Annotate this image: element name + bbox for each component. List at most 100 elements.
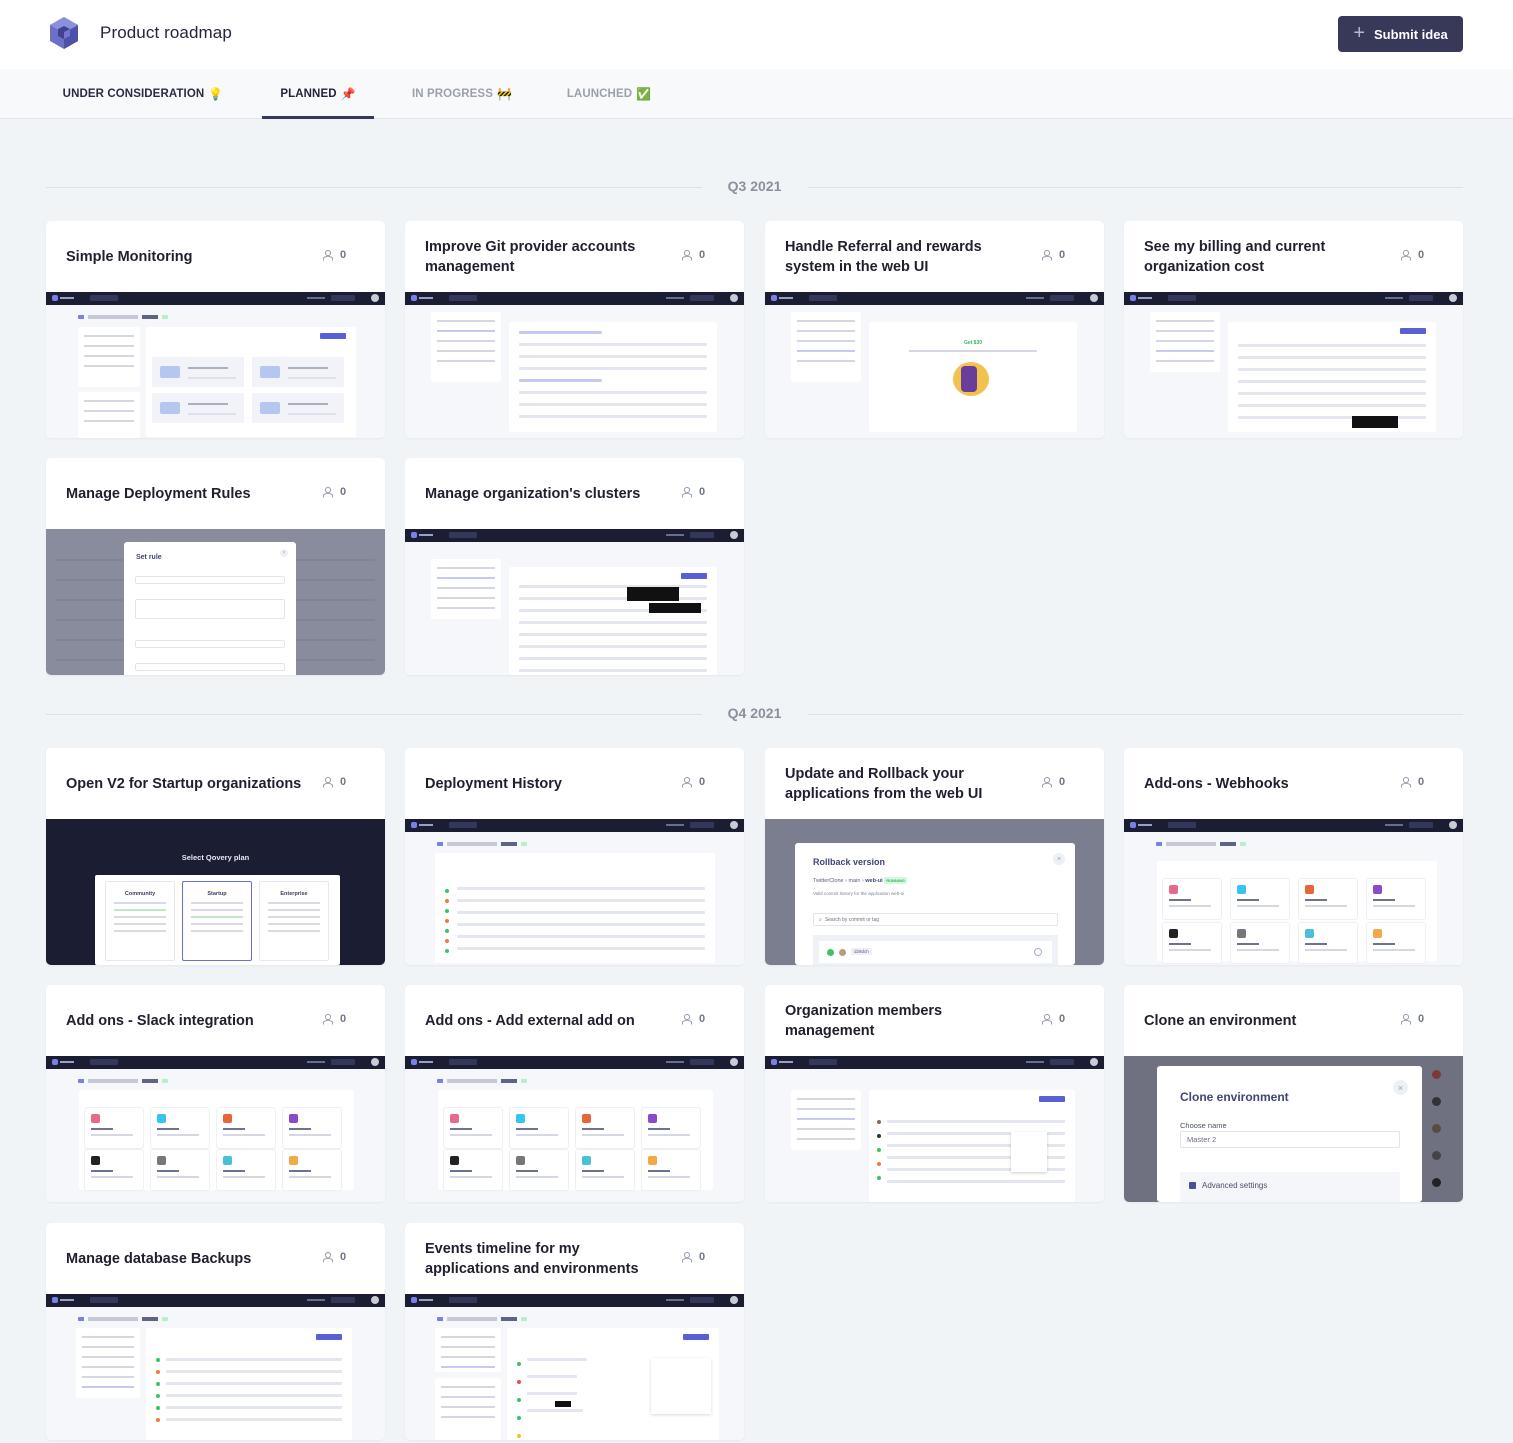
preview-sidebar (76, 1328, 140, 1398)
preview-main (509, 322, 717, 432)
card-title: Add ons - Slack integration (66, 1012, 254, 1029)
preview-navbar (46, 1056, 385, 1069)
tab-in-progress[interactable]: IN PROGRESS 🚧 (408, 69, 516, 118)
vote-count[interactable]: 0 (681, 776, 705, 788)
commit-row[interactable]: d29dch (819, 941, 1052, 963)
card-preview-image (46, 1294, 385, 1440)
preview-main (1228, 322, 1436, 432)
idea-card[interactable]: See my billing and current organization … (1124, 221, 1463, 438)
role-dropdown (1011, 1132, 1047, 1172)
vote-count[interactable]: 0 (681, 1013, 705, 1025)
card-preview-image: Clone environment × Choose name Master 2… (1124, 1056, 1463, 1202)
description-field[interactable] (135, 599, 285, 619)
card-preview-image (46, 1056, 385, 1202)
card-header: Manage Deployment Rules 0 (46, 458, 385, 529)
card-title: Manage Deployment Rules (66, 485, 251, 502)
preview-tooltip (555, 1401, 571, 1407)
vote-count[interactable]: 0 (681, 1251, 705, 1263)
close-icon[interactable]: × (1053, 853, 1065, 865)
idea-card[interactable]: Simple Monitoring 0 (46, 221, 385, 438)
referral-title: Get $30 (963, 340, 983, 346)
idea-card[interactable]: Events timeline for my applications and … (405, 1223, 744, 1440)
idea-card[interactable]: Manage database Backups 0 (46, 1223, 385, 1440)
set-rule-modal: Set rule × (124, 542, 296, 675)
preview-sidebar (791, 1090, 861, 1150)
preview-main (509, 567, 717, 675)
idea-card[interactable]: Deployment History 0 (405, 748, 744, 965)
idea-card[interactable]: Improve Git provider accounts management… (405, 221, 744, 438)
plan-enterprise[interactable]: Enterprise (259, 881, 329, 961)
close-icon[interactable]: × (280, 549, 288, 557)
idea-card[interactable]: Update and Rollback your applications fr… (765, 748, 1104, 965)
card-title: See my billing and current organization … (1144, 238, 1326, 275)
vote-count[interactable]: 0 (1041, 776, 1065, 788)
idea-card[interactable]: Add ons - Add external add on 0 (405, 985, 744, 1202)
idea-card[interactable]: Organization members management 0 (765, 985, 1104, 1202)
preview-navbar (765, 292, 1104, 305)
plan-startup[interactable]: Startup (182, 881, 252, 961)
vote-number: 0 (699, 1251, 706, 1263)
vote-count[interactable]: 0 (322, 1251, 346, 1263)
vote-count[interactable]: 0 (1041, 1013, 1065, 1025)
cluster-select[interactable] (135, 663, 285, 671)
idea-card[interactable]: Add-ons - Webhooks 0 (1124, 748, 1463, 965)
user-icon (323, 486, 333, 498)
card-preview-image: Get $30 (765, 292, 1104, 438)
vote-count[interactable]: 0 (681, 249, 705, 261)
modal-title: Clone environment (1180, 1090, 1289, 1104)
vote-count[interactable]: 0 (1400, 776, 1424, 788)
vote-count[interactable]: 0 (1041, 249, 1065, 261)
vote-count[interactable]: 0 (322, 486, 346, 498)
card-header: Add ons - Add external add on 0 (405, 985, 744, 1056)
vote-count[interactable]: 0 (1400, 1013, 1424, 1025)
vote-count[interactable]: 0 (322, 1013, 346, 1025)
idea-card[interactable]: Manage organization's clusters 0 (405, 458, 744, 675)
preview-sidebar (431, 559, 501, 619)
commit-search-input[interactable]: ⌕ Search by commit or tag (813, 913, 1058, 926)
preview-main (869, 1090, 1075, 1202)
card-header: Organization members management 0 (765, 985, 1104, 1056)
idea-card[interactable]: Manage Deployment Rules 0 Set rule × (46, 458, 385, 675)
vote-count[interactable]: 0 (681, 486, 705, 498)
filter-dropdown (651, 1358, 711, 1414)
card-title: Organization members management (785, 1002, 943, 1039)
preview-navbar (46, 292, 385, 305)
card-header: Manage database Backups 0 (46, 1223, 385, 1294)
user-icon (682, 249, 692, 261)
preview-breadcrumb (78, 1317, 168, 1321)
card-header: Add-ons - Webhooks 0 (1124, 748, 1463, 819)
vote-count[interactable]: 0 (322, 776, 346, 788)
section-label: Q3 2021 (727, 178, 782, 194)
environment-name-input[interactable]: Master 2 (1180, 1131, 1400, 1148)
card-preview-image (1124, 292, 1463, 438)
user-icon (1401, 249, 1411, 261)
clone-environment-modal: Clone environment × Choose name Master 2… (1157, 1066, 1422, 1202)
card-preview-image: Set rule × (46, 529, 385, 675)
plan-community[interactable]: Community (105, 881, 175, 961)
idea-card[interactable]: Handle Referral and rewards system in th… (765, 221, 1104, 438)
idea-card[interactable]: Clone an environment 0 Clone environment… (1124, 985, 1463, 1202)
rule-name-field[interactable] (135, 576, 285, 584)
submit-idea-button[interactable]: + Submit idea (1338, 16, 1463, 52)
tab-launched[interactable]: LAUNCHED ✅ (562, 69, 656, 118)
card-title: Handle Referral and rewards system in th… (785, 238, 982, 275)
idea-card[interactable]: Open V2 for Startup organizations 0 Sele… (46, 748, 385, 965)
commit-radio[interactable] (1034, 948, 1042, 956)
advanced-settings[interactable]: Advanced settings (1180, 1172, 1400, 1202)
close-icon[interactable]: × (1393, 1080, 1408, 1095)
pushpin-icon: 📌 (340, 86, 356, 101)
checkbox-checked-icon[interactable] (1189, 1182, 1196, 1189)
tab-under-consideration[interactable]: UNDER CONSIDERATION 💡 (62, 69, 224, 118)
plan-box: Community Startup Enterprise (95, 875, 340, 965)
vote-count[interactable]: 0 (1400, 249, 1424, 261)
tab-planned[interactable]: PLANNED 📌 (262, 69, 374, 119)
card-preview-image (765, 1056, 1104, 1202)
vote-count[interactable]: 0 (322, 249, 346, 261)
user-icon (1401, 776, 1411, 788)
idea-card[interactable]: Add ons - Slack integration 0 (46, 985, 385, 1202)
vote-number: 0 (1418, 249, 1425, 261)
status-badge: RUNNING (884, 877, 907, 884)
rollback-subtitle: Valid commit history for the application… (813, 891, 905, 896)
submit-idea-label: Submit idea (1374, 26, 1448, 42)
mode-select[interactable] (135, 640, 285, 648)
